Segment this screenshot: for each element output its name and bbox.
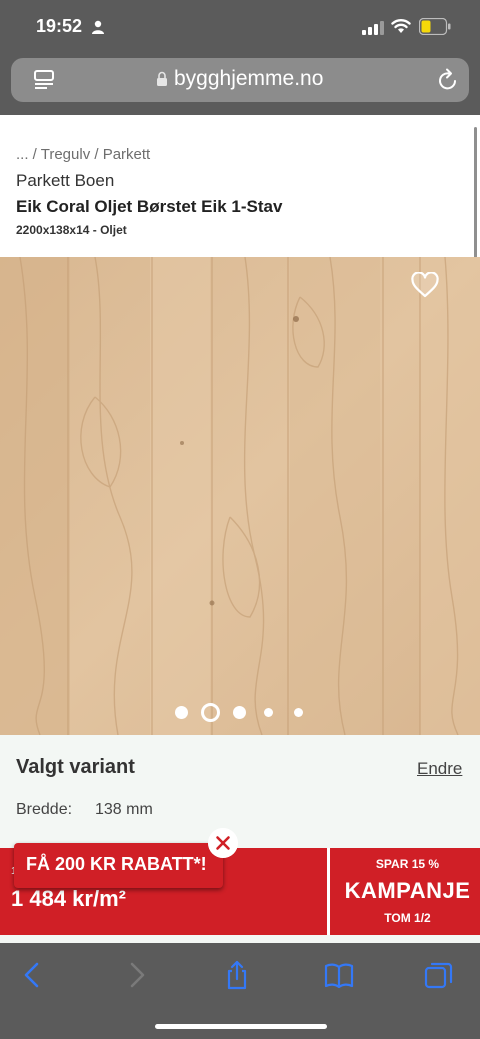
width-label: Bredde: [16, 801, 73, 818]
lock-icon [157, 71, 167, 86]
status-time: 19:52 [36, 16, 83, 36]
url-text[interactable]: bygghjemme.no [174, 67, 323, 91]
carousel-dot[interactable] [263, 707, 273, 717]
web-page: ... / Tregulv / Parkett Parkett Boen Eik… [0, 115, 480, 943]
address-bar[interactable]: bygghjemme.no [11, 58, 469, 102]
browser-toolbar [0, 943, 480, 1039]
reader-menu-icon[interactable] [33, 69, 55, 91]
discount-promo-bubble[interactable]: FÅ 200 KR RABATT*! [14, 843, 223, 888]
price-value: 1 484 kr/m² [11, 886, 126, 911]
width-value: 138 mm [95, 801, 153, 818]
campaign-discount: SPAR 15 % [375, 857, 440, 871]
campaign-date: TOM 1/2 [384, 911, 431, 925]
favorite-heart-icon[interactable] [411, 272, 439, 298]
change-variant-link[interactable]: Endre [417, 759, 462, 779]
wood-floor-image [0, 257, 480, 735]
variant-heading: Valgt variant [16, 756, 135, 778]
breadcrumb[interactable]: ... / Tregulv / Parkett [16, 146, 150, 163]
product-image[interactable] [0, 257, 480, 735]
carousel-dot[interactable] [174, 705, 188, 719]
campaign-title: KAMPANJE [344, 878, 471, 903]
tabs-icon[interactable] [424, 960, 454, 990]
wifi-icon [391, 19, 411, 33]
back-icon[interactable] [18, 960, 48, 990]
reload-icon[interactable] [437, 68, 459, 92]
product-title: Eik Coral Oljet Børstet Eik 1-Stav [16, 197, 283, 216]
bookmarks-icon[interactable] [324, 960, 354, 990]
forward-icon[interactable] [121, 960, 151, 990]
product-brand: Parkett Boen [16, 171, 115, 190]
battery-icon [419, 18, 451, 35]
carousel-dot-active[interactable] [200, 702, 220, 722]
scrollbar[interactable] [474, 127, 477, 259]
discount-label[interactable]: FÅ 200 KR RABATT*! [26, 854, 207, 875]
share-icon[interactable] [222, 960, 252, 990]
status-bar: 19:52 [0, 0, 480, 54]
product-subtitle: 2200x138x14 - Oljet [16, 223, 127, 237]
carousel-dot[interactable] [232, 705, 246, 719]
close-promo-icon[interactable] [208, 828, 238, 858]
carousel-dot[interactable] [293, 707, 303, 717]
person-icon [92, 20, 104, 34]
home-indicator[interactable] [155, 1024, 327, 1029]
cellular-signal-icon [362, 21, 384, 35]
image-carousel-dots[interactable] [0, 701, 480, 723]
